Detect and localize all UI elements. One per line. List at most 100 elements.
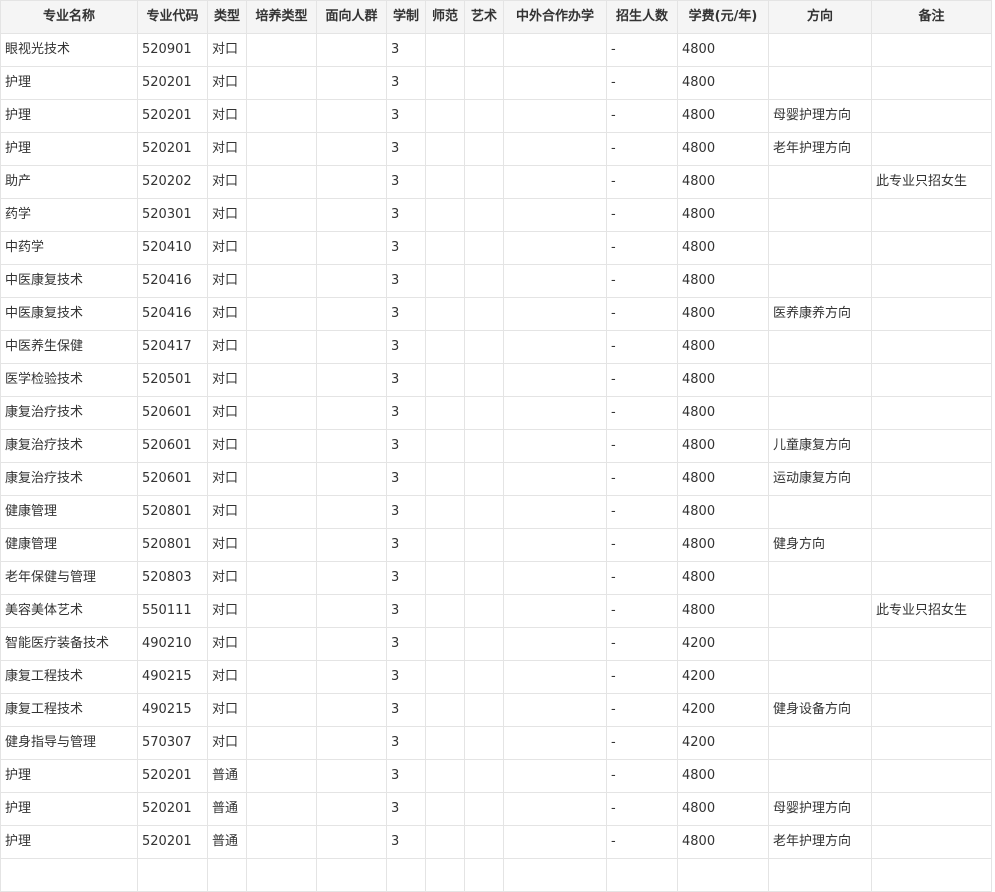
cell-art [464,759,504,793]
cell-enrollment: - [606,825,678,859]
cell-training-type [246,726,317,760]
cell-remarks: 此专业只招女生 [871,165,992,199]
cell-training-type [246,825,317,859]
cell-duration: 3 [386,759,426,793]
cell-direction: 老年护理方向 [768,825,872,859]
cell-enrollment: - [606,132,678,166]
cell-target-group [316,858,387,892]
cell-duration: 3 [386,66,426,100]
cell-direction [768,66,872,100]
cell-sino-foreign [503,660,607,694]
cell-sino-foreign [503,165,607,199]
cell-direction [768,330,872,364]
cell-type: 对口 [207,693,247,727]
cell-type: 对口 [207,561,247,595]
cell-major-name: 眼视光技术 [0,33,138,67]
cell-major-code: 520201 [137,759,208,793]
cell-target-group [316,792,387,826]
cell-major-code: 520601 [137,396,208,430]
cell-remarks [871,330,992,364]
cell-tuition: 4800 [677,264,769,298]
cell-type [207,858,247,892]
cell-duration: 3 [386,198,426,232]
cell-normal-school [425,264,465,298]
cell-normal-school [425,858,465,892]
cell-direction [768,396,872,430]
cell-major-code: 490215 [137,660,208,694]
cell-target-group [316,660,387,694]
cell-type: 对口 [207,726,247,760]
cell-training-type [246,693,317,727]
table-row: 眼视光技术 520901 对口 3 -4800 [0,33,992,67]
cell-art [464,561,504,595]
table-row: 健康管理 520801 对口 3 -4800 健身方向 [0,528,992,562]
cell-enrollment: - [606,99,678,133]
cell-normal-school [425,396,465,430]
cell-sino-foreign [503,99,607,133]
cell-remarks [871,66,992,100]
header-target-group: 面向人群 [316,0,387,34]
cell-direction [768,561,872,595]
cell-normal-school [425,363,465,397]
cell-remarks [871,561,992,595]
cell-sino-foreign [503,528,607,562]
cell-major-name: 智能医疗装备技术 [0,627,138,661]
cell-training-type [246,462,317,496]
cell-direction [768,165,872,199]
cell-sino-foreign [503,858,607,892]
cell-duration: 3 [386,726,426,760]
cell-tuition: 4800 [677,33,769,67]
cell-major-code: 520301 [137,198,208,232]
cell-enrollment: - [606,330,678,364]
cell-major-code: 520801 [137,528,208,562]
cell-training-type [246,495,317,529]
cell-normal-school [425,759,465,793]
cell-tuition: 4800 [677,396,769,430]
cell-duration: 3 [386,693,426,727]
cell-tuition: 4800 [677,792,769,826]
cell-tuition: 4800 [677,495,769,529]
cell-normal-school [425,66,465,100]
cell-remarks [871,462,992,496]
cell-training-type [246,132,317,166]
table-row: 医学检验技术 520501 对口 3 -4800 [0,363,992,397]
cell-remarks [871,627,992,661]
cell-type: 普通 [207,825,247,859]
cell-tuition: 4800 [677,561,769,595]
cell-major-name: 护理 [0,825,138,859]
header-duration: 学制 [386,0,426,34]
cell-tuition: 4800 [677,462,769,496]
cell-direction: 母婴护理方向 [768,792,872,826]
cell-sino-foreign [503,825,607,859]
cell-duration: 3 [386,528,426,562]
cell-art [464,429,504,463]
cell-direction [768,858,872,892]
cell-type: 对口 [207,66,247,100]
cell-normal-school [425,297,465,331]
cell-remarks [871,495,992,529]
cell-duration: 3 [386,429,426,463]
cell-enrollment: - [606,660,678,694]
cell-duration: 3 [386,264,426,298]
cell-training-type [246,396,317,430]
cell-target-group [316,99,387,133]
cell-type: 对口 [207,396,247,430]
cell-major-code: 520601 [137,429,208,463]
cell-enrollment: - [606,495,678,529]
cell-remarks [871,264,992,298]
cell-normal-school [425,330,465,364]
cell-sino-foreign [503,33,607,67]
cell-remarks [871,396,992,430]
cell-major-name: 药学 [0,198,138,232]
cell-art [464,462,504,496]
cell-remarks [871,132,992,166]
cell-enrollment: - [606,264,678,298]
table-row [0,858,992,892]
cell-tuition: 4800 [677,330,769,364]
cell-tuition: 4800 [677,363,769,397]
cell-art [464,726,504,760]
cell-normal-school [425,495,465,529]
cell-target-group [316,132,387,166]
cell-enrollment: - [606,396,678,430]
cell-training-type [246,429,317,463]
